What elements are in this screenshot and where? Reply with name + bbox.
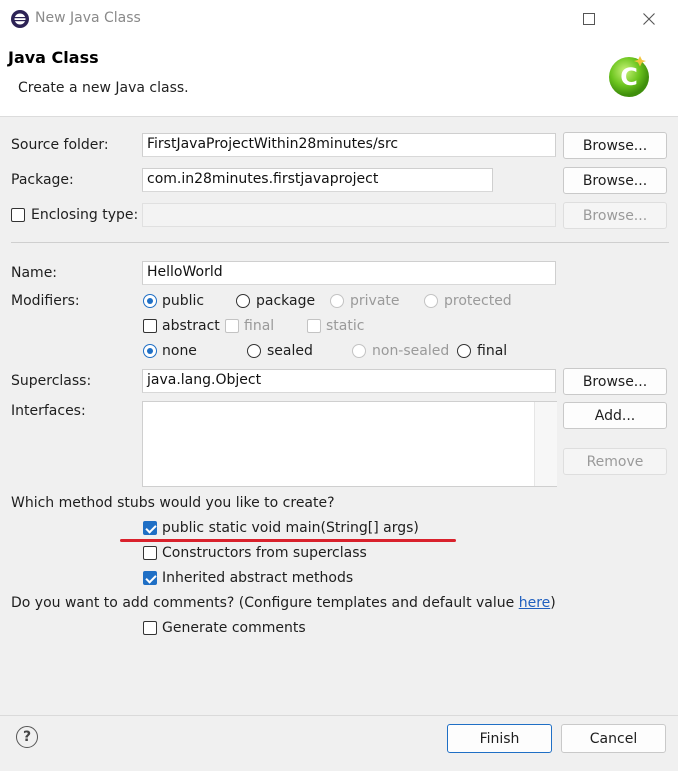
wizard-description: Create a new Java class. <box>18 80 189 96</box>
interfaces-list[interactable] <box>142 401 557 487</box>
static-checkbox-label: static <box>326 318 365 334</box>
protected-radio-label: protected <box>444 293 512 309</box>
svg-text:C: C <box>620 63 638 91</box>
generate-comments-checkbox[interactable] <box>143 621 157 635</box>
name-label: Name: <box>11 265 58 281</box>
enclosing-type-field[interactable] <box>142 203 556 227</box>
comments-question-text: Do you want to add comments? (Configure … <box>11 595 519 611</box>
inherited-methods-label: Inherited abstract methods <box>162 570 354 586</box>
wizard-banner <box>0 38 678 117</box>
sealed-radio-label: sealed <box>267 343 313 359</box>
none-radio-label: none <box>162 343 197 359</box>
final-checkbox[interactable] <box>225 319 239 333</box>
method-stubs-question: Which method stubs would you like to cre… <box>11 495 335 511</box>
section-divider <box>11 242 669 243</box>
final-checkbox-label: final <box>244 318 275 334</box>
superclass-field[interactable]: java.lang.Object <box>142 369 556 393</box>
superclass-browse-button[interactable]: Browse... <box>563 368 667 395</box>
cancel-button[interactable]: Cancel <box>561 724 666 753</box>
comments-question: Do you want to add comments? (Configure … <box>11 595 556 611</box>
enclosing-type-checkbox[interactable] <box>11 208 25 222</box>
footer-divider <box>0 715 678 716</box>
abstract-checkbox-label: abstract <box>162 318 220 334</box>
close-icon <box>643 13 655 25</box>
wizard-title: Java Class <box>8 48 99 67</box>
remove-interface-button[interactable]: Remove <box>563 448 667 475</box>
enclosing-type-label: Enclosing type: <box>31 207 139 223</box>
package-radio-label: package <box>256 293 316 309</box>
close-button[interactable] <box>626 4 672 34</box>
maximize-button[interactable] <box>566 4 612 34</box>
source-folder-browse-button[interactable]: Browse... <box>563 132 667 159</box>
package-field[interactable]: com.in28minutes.firstjavaproject <box>142 168 493 192</box>
final-radio-label: final <box>477 343 508 359</box>
generate-comments-label: Generate comments <box>162 620 306 636</box>
constructors-label: Constructors from superclass <box>162 545 367 561</box>
maximize-icon <box>583 13 595 25</box>
eclipse-app-icon <box>11 10 29 28</box>
source-folder-field[interactable]: FirstJavaProjectWithin28minutes/src <box>142 133 556 157</box>
finish-button[interactable]: Finish <box>447 724 552 753</box>
superclass-label: Superclass: <box>11 373 92 389</box>
sealed-radio[interactable] <box>247 344 261 358</box>
red-underline-annotation <box>120 539 456 542</box>
modifiers-label: Modifiers: <box>11 293 80 309</box>
static-checkbox[interactable] <box>307 319 321 333</box>
window-title: New Java Class <box>35 10 141 26</box>
main-method-label: public static void main(String[] args) <box>162 520 419 536</box>
help-icon[interactable]: ? <box>16 726 38 748</box>
final-radio[interactable] <box>457 344 471 358</box>
main-method-checkbox[interactable] <box>143 521 157 535</box>
none-radio[interactable] <box>143 344 157 358</box>
source-folder-label: Source folder: <box>11 137 109 153</box>
new-java-class-wizard-icon: C <box>609 56 649 97</box>
inherited-methods-checkbox[interactable] <box>143 571 157 585</box>
configure-templates-link[interactable]: here <box>519 595 551 611</box>
interfaces-scrollbar[interactable] <box>534 402 557 486</box>
public-radio[interactable] <box>143 294 157 308</box>
package-browse-button[interactable]: Browse... <box>563 167 667 194</box>
comments-question-end: ) <box>550 595 556 611</box>
non-sealed-radio-label: non-sealed <box>372 343 450 359</box>
interfaces-label: Interfaces: <box>11 403 86 419</box>
package-radio[interactable] <box>236 294 250 308</box>
non-sealed-radio[interactable] <box>352 344 366 358</box>
constructors-checkbox[interactable] <box>143 546 157 560</box>
enclosing-type-browse-button[interactable]: Browse... <box>563 202 667 229</box>
package-label: Package: <box>11 172 74 188</box>
public-radio-label: public <box>162 293 205 309</box>
private-radio[interactable] <box>330 294 344 308</box>
protected-radio[interactable] <box>424 294 438 308</box>
private-radio-label: private <box>350 293 400 309</box>
name-field[interactable]: HelloWorld <box>142 261 556 285</box>
abstract-checkbox[interactable] <box>143 319 157 333</box>
add-interface-button[interactable]: Add... <box>563 402 667 429</box>
